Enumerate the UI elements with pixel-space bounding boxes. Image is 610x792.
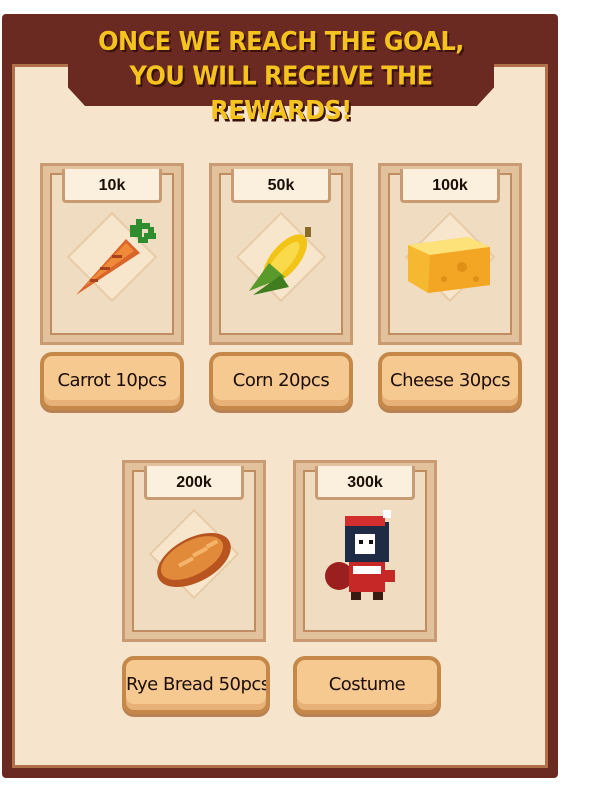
banner-line-2: YOU WILL RECEIVE THE REWARDS! [129, 60, 433, 126]
carrot-icon [76, 219, 156, 295]
goal-banner: ONCE WE REACH THE GOAL, YOU WILL RECEIVE… [68, 22, 494, 126]
cheese-icon [408, 237, 490, 293]
reward-label-rye-bread[interactable]: Rye Bread 50pcs [122, 656, 270, 714]
reward-card-rye-bread[interactable]: 200k [122, 460, 266, 642]
reward-card-corn[interactable]: 50k [209, 163, 353, 345]
bread-icon [157, 532, 231, 588]
costume-character-icon [325, 510, 395, 600]
reward-label-corn[interactable]: Corn 20pcs [209, 352, 353, 410]
reward-label-costume[interactable]: Costume [293, 656, 441, 714]
reward-card-cheese[interactable]: 100k [378, 163, 522, 345]
reward-card-carrot[interactable]: 10k [40, 163, 184, 345]
banner-line-1: ONCE WE REACH THE GOAL, [98, 26, 464, 57]
corn-icon [249, 227, 311, 295]
reward-card-costume[interactable]: 300k [293, 460, 437, 642]
reward-label-cheese[interactable]: Cheese 30pcs [378, 352, 522, 410]
banner-title: ONCE WE REACH THE GOAL, YOU WILL RECEIVE… [68, 24, 494, 128]
reward-label-carrot[interactable]: Carrot 10pcs [40, 352, 184, 410]
